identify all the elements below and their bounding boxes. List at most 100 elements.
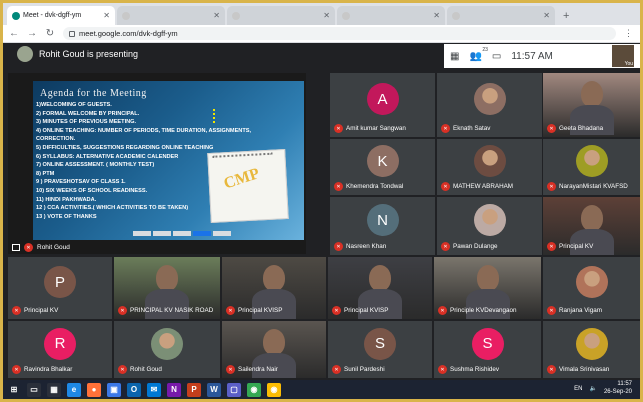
slide-toolbar <box>133 231 231 236</box>
meeting-clock: 11:57 AM <box>511 50 553 62</box>
mic-muted-icon: ✕ <box>12 365 21 374</box>
participant-tile[interactable]: ✕ Principal KVISP <box>222 257 326 319</box>
slide-decoration <box>213 109 216 123</box>
participant-silhouette <box>369 265 391 291</box>
self-view-tile[interactable]: You <box>612 45 634 67</box>
task-view-icon[interactable]: ▦ <box>47 382 61 397</box>
mail-icon[interactable]: ✉ <box>147 382 161 397</box>
address-bar-row: ← → ↻ meet.google.com/dvk-dgff-ym ⋮ <box>3 25 640 43</box>
notebook-spiral <box>212 152 273 161</box>
file-explorer-icon[interactable]: ▭ <box>27 382 41 397</box>
participant-tile[interactable]: ✕ Vimala Srinivasan <box>543 321 640 378</box>
powerpoint-icon[interactable]: P <box>187 382 201 397</box>
avatar <box>151 327 183 360</box>
taskbar-apps: ⊞ ▭ ▦ e ● ▣ O ✉ N P W ▢ ◉ ◉ <box>7 382 281 397</box>
mic-muted-icon: ✕ <box>547 182 556 191</box>
browser-tab-strip: Meet - dvk-dgff-ym ✕ ✕ ✕ ✕ ✕ + <box>3 3 640 25</box>
mic-muted-icon: ✕ <box>441 242 450 251</box>
tab-2[interactable]: ✕ <box>117 6 225 25</box>
participant-name: Rohit Goud <box>130 366 162 373</box>
participant-tile[interactable]: ✕ Sailendra Nair <box>222 321 326 378</box>
url-field[interactable]: meet.google.com/dvk-dgff-ym <box>63 27 616 40</box>
agenda-item: 5) DIFFICULTIES, SUGGESTIONS REGARDING O… <box>36 144 214 151</box>
avatar: N <box>366 204 399 236</box>
lock-icon <box>69 30 75 37</box>
mic-muted-icon: ✕ <box>547 242 556 251</box>
slide-toolbar-segment <box>133 231 151 236</box>
participant-tile[interactable]: ✕ Geeta Bhadana <box>543 73 640 137</box>
participant-tile[interactable]: R ✕ Ravindra Bhalkar <box>8 321 112 378</box>
participant-tile[interactable]: K ✕ Khemendra Tondwal <box>330 139 435 195</box>
mic-muted-icon: ✕ <box>332 306 341 315</box>
back-arrow-icon[interactable]: ← <box>9 28 19 39</box>
close-icon[interactable]: ✕ <box>323 11 330 20</box>
participant-tile[interactable]: ✕ Principal KVISP <box>328 257 432 319</box>
participant-tile[interactable]: ✕ Principle KVDevangaon <box>434 257 541 319</box>
avatar: K <box>366 145 399 177</box>
teams-icon[interactable]: ▢ <box>227 382 241 397</box>
participant-tile[interactable]: S ✕ Sunil Pardeshi <box>328 321 432 378</box>
onenote-icon[interactable]: N <box>167 382 181 397</box>
new-tab-icon[interactable]: + <box>557 10 575 25</box>
grid-layout-icon[interactable]: ▦ <box>450 51 459 62</box>
mic-muted-icon: ✕ <box>547 306 556 315</box>
agenda-item: 2) FORMAL WELCOME BY PRINCIPAL. <box>36 110 140 117</box>
speaker-icon[interactable]: 🔈 <box>589 385 596 392</box>
tab-meet[interactable]: Meet - dvk-dgff-ym ✕ <box>7 6 115 25</box>
forward-arrow-icon[interactable]: → <box>27 28 37 39</box>
edge-icon[interactable]: e <box>67 382 81 397</box>
language-indicator[interactable]: EN <box>574 386 582 392</box>
mic-muted-icon: ✕ <box>334 182 343 191</box>
participant-tile[interactable]: ✕ PRINCIPAL KV NASIK ROAD <box>114 257 220 319</box>
people-icon[interactable]: 👥 23 <box>469 47 487 62</box>
windows-start-icon[interactable]: ⊞ <box>7 382 21 397</box>
agenda-item: CORRECTION. <box>36 136 76 143</box>
reload-icon[interactable]: ↻ <box>45 28 55 39</box>
participant-tile[interactable]: P ✕ Principal KV <box>8 257 112 319</box>
chat-icon[interactable]: ▭ <box>492 51 501 62</box>
slide-toolbar-segment <box>173 231 191 236</box>
mic-muted-icon: ✕ <box>441 182 450 191</box>
participant-tile[interactable]: ✕ NarayanMistari KVAFSD <box>543 139 640 195</box>
tab-3[interactable]: ✕ <box>227 6 335 25</box>
participant-silhouette <box>156 265 178 291</box>
participant-tile[interactable]: A ✕ Amit kumar Sangwan <box>330 73 435 137</box>
taskbar-clock[interactable]: 11:57 26-Sep-20 <box>604 381 632 396</box>
chrome-active-icon[interactable]: ◉ <box>267 382 281 397</box>
mic-muted-icon: ✕ <box>334 124 343 133</box>
outlook-icon[interactable]: O <box>127 382 141 397</box>
chrome-icon[interactable]: ◉ <box>247 382 261 397</box>
tab-5[interactable]: ✕ <box>447 6 555 25</box>
firefox-icon[interactable]: ● <box>87 382 101 397</box>
close-icon[interactable]: ✕ <box>103 11 110 20</box>
participant-tile[interactable]: ✕ Pawan Dulange <box>437 197 542 255</box>
participant-tile[interactable]: ✕ Rohit Goud <box>114 321 220 378</box>
participant-tile[interactable]: ✕ Principal KV <box>543 197 640 255</box>
close-icon[interactable]: ✕ <box>213 11 220 20</box>
avatar <box>473 83 506 115</box>
notebook-image: CMP <box>207 149 289 223</box>
meet-top-bar: ▦ 👥 23 ▭ 11:57 AM You <box>444 44 640 68</box>
participant-silhouette <box>263 329 285 355</box>
word-icon[interactable]: W <box>207 382 221 397</box>
participant-tile[interactable]: S ✕ Sushma Rishidev <box>434 321 541 378</box>
participant-name: Nasreen Khan <box>346 243 387 250</box>
participant-name: Sailendra Nair <box>238 366 278 373</box>
participant-silhouette <box>465 289 510 319</box>
extensions-menu-icon[interactable]: ⋮ <box>624 28 634 39</box>
participant-tile[interactable]: ✕ Ranjana Vigam <box>543 257 640 319</box>
tab-4[interactable]: ✕ <box>337 6 445 25</box>
photos-icon[interactable]: ▣ <box>107 382 121 397</box>
participant-tile[interactable]: ✕ Eknath Satav <box>437 73 542 137</box>
mic-muted-icon: ✕ <box>24 243 33 252</box>
presentation-tile[interactable]: Agenda for the Meeting 1)WELCOMING OF GU… <box>8 73 306 254</box>
presenting-banner: Rohit Goud is presenting <box>17 46 138 62</box>
close-icon[interactable]: ✕ <box>543 11 550 20</box>
participant-tile[interactable]: ✕ MATHEW ABRAHAM <box>437 139 542 195</box>
avatar <box>473 145 506 177</box>
avatar: R <box>44 327 76 360</box>
close-icon[interactable]: ✕ <box>433 11 440 20</box>
participant-silhouette <box>145 289 189 319</box>
tab-favicon-icon <box>232 11 240 20</box>
participant-tile[interactable]: N ✕ Nasreen Khan <box>330 197 435 255</box>
